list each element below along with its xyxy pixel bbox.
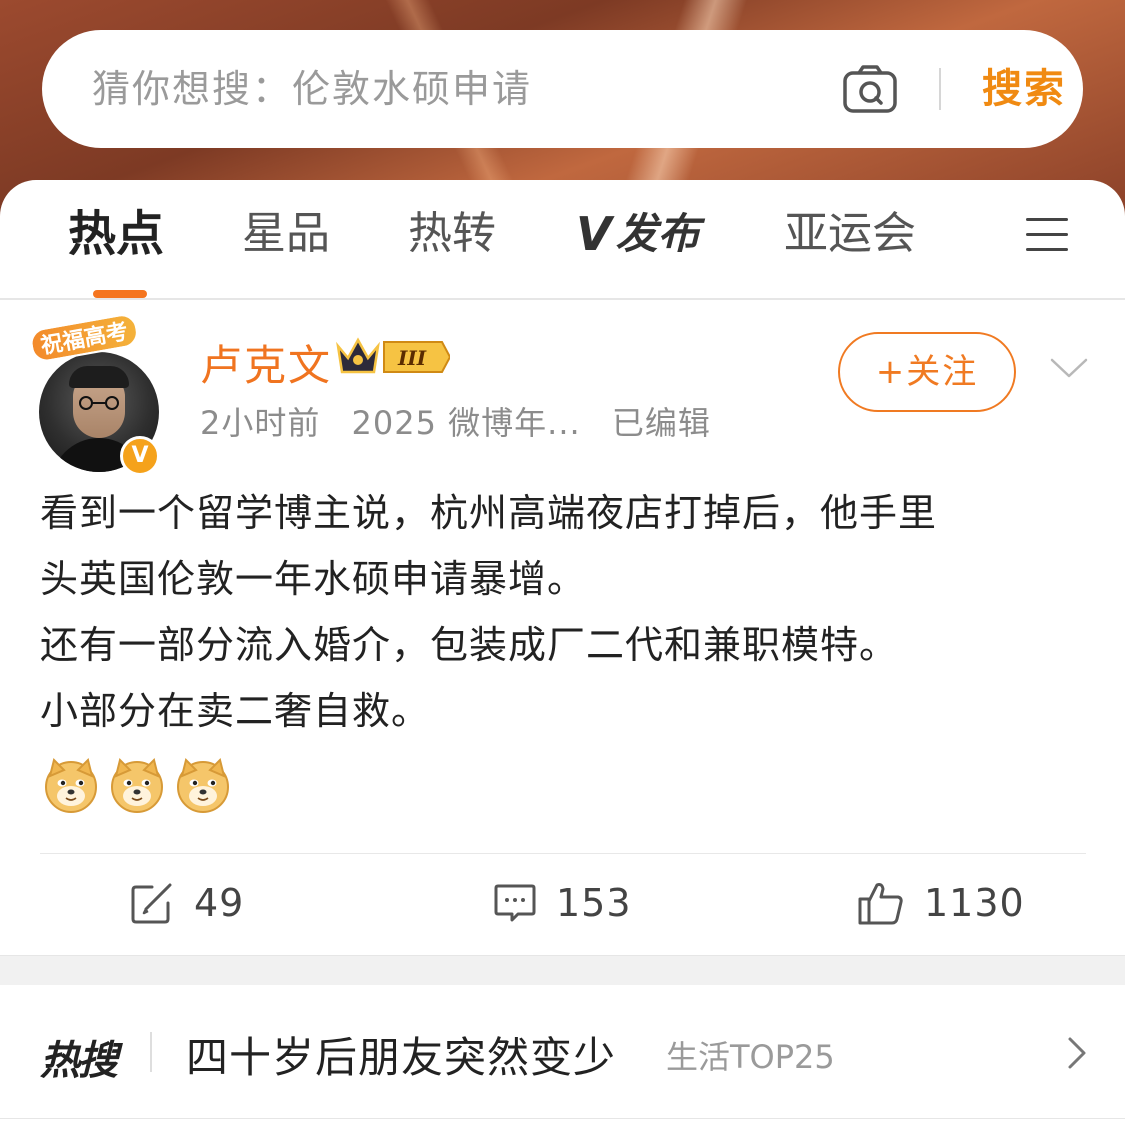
post-text-line: 还有一部分流入婚介，包装成厂二代和兼职模特。 <box>40 623 899 667</box>
tab-hot[interactable]: 热点 <box>68 204 164 264</box>
search-divider <box>939 68 941 110</box>
edited-label[interactable]: 已编辑 <box>612 404 711 442</box>
tab-asian-games[interactable]: 亚运会 <box>784 204 916 264</box>
section-gap <box>0 955 1125 985</box>
camera-icon[interactable] <box>842 64 898 114</box>
menu-icon[interactable] <box>1026 216 1068 252</box>
hot-search-logo: 热搜 <box>40 1038 118 1084</box>
emoji-row <box>42 756 240 814</box>
repost-icon <box>131 883 172 924</box>
comment-count: 153 <box>556 881 632 925</box>
tab-bar: 热点 星品 热转 V 发布 亚运会 <box>0 180 1125 298</box>
hot-search-tag: 生活TOP25 <box>666 1038 835 1076</box>
post-actions: 49 153 1130 <box>0 854 1125 952</box>
post-body: 看到一个留学博主说，杭州高端夜店打掉后，他手里 头英国伦敦一年水硕申请暴增。 还… <box>40 480 1090 744</box>
comment-icon <box>494 884 536 922</box>
chevron-down-icon[interactable] <box>1050 356 1088 380</box>
search-input[interactable]: 猜你想搜：伦敦水硕申请 <box>92 30 532 148</box>
like-count: 1130 <box>924 881 1025 925</box>
username[interactable]: 卢克文 <box>200 332 332 393</box>
search-button[interactable]: 搜索 <box>982 30 1066 148</box>
repost-button[interactable]: 49 <box>130 854 244 952</box>
comment-button[interactable]: 153 <box>494 854 632 952</box>
hot-search-entry[interactable]: 热搜 四十岁后朋友突然变少 生活TOP25 <box>0 986 1125 1120</box>
post-source[interactable]: 2025 微博年... <box>352 404 581 442</box>
follow-button[interactable]: +关注 <box>838 332 1016 412</box>
tab-v-publish-label: 发布 <box>615 209 700 258</box>
post-meta: 2小时前 2025 微博年... 已编辑 <box>200 398 731 444</box>
search-bar[interactable]: 猜你想搜：伦敦水硕申请 搜索 <box>42 30 1083 148</box>
doge-icon <box>45 758 97 813</box>
main-card: 热点 星品 热转 V 发布 亚运会 祝福高考 V 卢克文 III 2小时前 20… <box>0 180 1125 1129</box>
post-text-line: 小部分在卖二奢自救。 <box>40 689 431 733</box>
verified-icon: V <box>120 436 160 476</box>
post-text-line: 头英国伦敦一年水硕申请暴增。 <box>40 557 587 601</box>
like-button[interactable]: 1130 <box>858 854 1025 952</box>
avatar[interactable]: 祝福高考 V <box>28 311 164 476</box>
thumbs-up-icon <box>858 883 903 925</box>
active-tab-indicator <box>93 290 147 298</box>
tab-star-products[interactable]: 星品 <box>242 204 330 264</box>
tab-hot-repost[interactable]: 热转 <box>408 204 496 264</box>
svg-text:III: III <box>397 346 427 370</box>
repost-count: 49 <box>194 881 245 925</box>
doge-icon <box>177 758 229 813</box>
divider <box>0 1118 1125 1119</box>
doge-icon <box>111 758 163 813</box>
post-text-line: 看到一个留学博主说，杭州高端夜店打掉后，他手里 <box>40 491 938 535</box>
v-logo-icon: V <box>576 207 612 261</box>
gaokao-blessing-badge: 祝福高考 <box>28 311 141 364</box>
tab-v-publish[interactable]: V 发布 <box>576 204 700 264</box>
divider <box>150 1032 152 1072</box>
hot-search-title[interactable]: 四十岁后朋友突然变少 <box>186 1024 616 1085</box>
chevron-right-icon[interactable] <box>1066 1036 1088 1070</box>
post-time: 2小时前 <box>200 404 321 442</box>
vip-crown-badge-icon[interactable]: III <box>334 334 450 380</box>
